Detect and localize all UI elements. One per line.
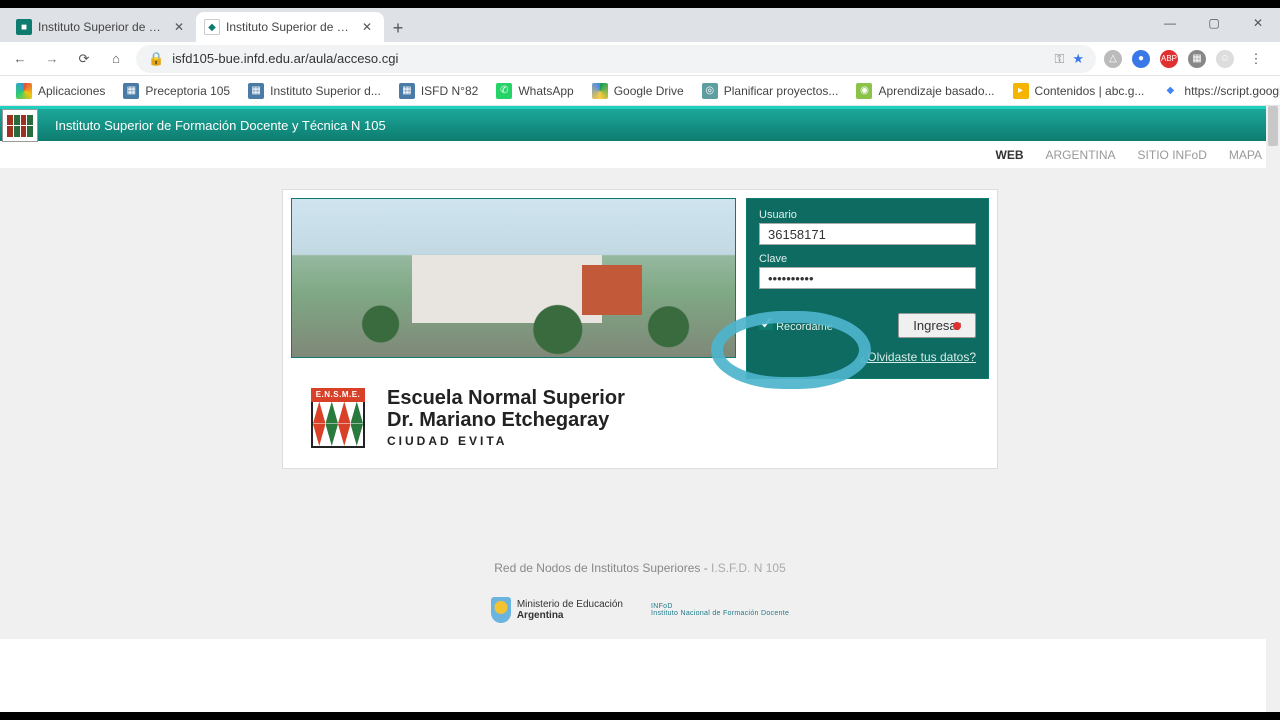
close-window-button[interactable]: ✕ <box>1236 8 1280 38</box>
tab-favicon-icon: ■ <box>16 19 32 35</box>
favicon-icon: ▦ <box>399 83 415 99</box>
nav-web[interactable]: WEB <box>996 148 1024 162</box>
maximize-button[interactable]: ▢ <box>1192 8 1236 38</box>
bookmark-item[interactable]: ◎Planificar proyectos... <box>694 79 847 103</box>
school-photo <box>291 198 736 358</box>
cursor-icon <box>953 322 961 330</box>
page-content: Instituto Superior de Formación Docente … <box>0 106 1280 712</box>
bookmark-item[interactable]: ▦Preceptoria 105 <box>115 79 238 103</box>
drive-icon <box>592 83 608 99</box>
remember-checkbox[interactable] <box>759 316 773 330</box>
argentina-shield-icon <box>491 597 511 623</box>
browser-tab-bar: ■ Instituto Superior de Formación ✕ ◆ In… <box>0 8 1280 42</box>
close-icon[interactable]: ✕ <box>360 20 374 34</box>
tab-favicon-icon: ◆ <box>204 19 220 35</box>
chrome-menu-button[interactable]: ⋮ <box>1244 47 1268 71</box>
login-card: Usuario Clave Recordame Ingresar <box>282 189 998 469</box>
star-icon[interactable]: ★ <box>1072 51 1084 67</box>
tab-title: Instituto Superior de Formación <box>226 20 354 34</box>
vertical-scrollbar[interactable] <box>1266 106 1280 712</box>
footer-logos: Ministerio de Educación Argentina INFoD … <box>491 597 789 623</box>
ministry-logo: Ministerio de Educación Argentina <box>491 597 623 623</box>
sub-nav: WEB ARGENTINA SITIO INFoD MAPA <box>0 141 1280 169</box>
extension-icon[interactable]: ● <box>1132 50 1150 68</box>
whatsapp-icon: ✆ <box>496 83 512 99</box>
favicon-icon: ◎ <box>702 83 718 99</box>
apps-button[interactable]: Aplicaciones <box>8 79 113 103</box>
bookmark-item[interactable]: ◆https://script.googl... <box>1154 79 1280 103</box>
address-bar-row: ← → ⟳ ⌂ 🔒 isfd105-bue.infd.edu.ar/aula/a… <box>0 42 1280 76</box>
profile-avatar-icon[interactable]: ☺ <box>1216 50 1234 68</box>
url-text: isfd105-bue.infd.edu.ar/aula/acceso.cgi <box>172 51 1046 66</box>
bookmark-item[interactable]: ▦ISFD N°82 <box>391 79 486 103</box>
password-input[interactable] <box>759 267 976 289</box>
back-button[interactable]: ← <box>8 47 32 71</box>
bookmark-item[interactable]: ✆WhatsApp <box>488 79 581 103</box>
school-city: CIUDAD EVITA <box>387 434 625 448</box>
favicon-icon: ◉ <box>856 83 872 99</box>
extension-icon[interactable]: ▦ <box>1188 50 1206 68</box>
bookmarks-bar: Aplicaciones ▦Preceptoria 105 ▦Instituto… <box>0 76 1280 106</box>
user-label: Usuario <box>759 209 976 221</box>
submit-button[interactable]: Ingresar <box>898 313 976 338</box>
school-name-1: Escuela Normal Superior <box>387 387 625 409</box>
favicon-icon: ▦ <box>123 83 139 99</box>
adblock-icon[interactable]: ABP <box>1160 50 1178 68</box>
site-logo-icon <box>2 109 38 142</box>
bookmark-item[interactable]: Google Drive <box>584 79 692 103</box>
address-bar[interactable]: 🔒 isfd105-bue.infd.edu.ar/aula/acceso.cg… <box>136 45 1096 73</box>
site-header: Instituto Superior de Formación Docente … <box>0 106 1280 141</box>
favicon-icon: ▦ <box>248 83 264 99</box>
home-button[interactable]: ⌂ <box>104 47 128 71</box>
tab-title: Instituto Superior de Formación <box>38 20 166 34</box>
school-shield-icon: E.N.S.M.E. <box>311 388 365 448</box>
apps-icon <box>16 83 32 99</box>
pass-label: Clave <box>759 253 976 265</box>
new-tab-button[interactable]: + <box>384 14 412 42</box>
bookmark-item[interactable]: ▦Instituto Superior d... <box>240 79 389 103</box>
school-name-2: Dr. Mariano Etchegaray <box>387 409 625 431</box>
forward-button[interactable]: → <box>40 47 64 71</box>
reload-button[interactable]: ⟳ <box>72 47 96 71</box>
minimize-button[interactable]: — <box>1148 8 1192 38</box>
scrollbar-thumb[interactable] <box>1268 106 1278 146</box>
site-title: Instituto Superior de Formación Docente … <box>55 118 386 133</box>
remember-me[interactable]: Recordame <box>759 316 833 333</box>
footer-text: Red de Nodos de Institutos Superiores - … <box>494 561 786 575</box>
extension-icon[interactable]: △ <box>1104 50 1122 68</box>
favicon-icon: ▸ <box>1013 83 1029 99</box>
infod-logo: INFoD Instituto Nacional de Formación Do… <box>651 603 789 617</box>
login-panel: Usuario Clave Recordame Ingresar <box>746 198 989 379</box>
bookmark-item[interactable]: ◉Aprendizaje basado... <box>848 79 1002 103</box>
nav-sitio-infod[interactable]: SITIO INFoD <box>1138 148 1207 162</box>
school-banner: E.N.S.M.E. Escuela Normal Superior Dr. M… <box>291 379 989 460</box>
nav-argentina[interactable]: ARGENTINA <box>1046 148 1116 162</box>
bookmark-item[interactable]: ▸Contenidos | abc.g... <box>1005 79 1153 103</box>
nav-mapa[interactable]: MAPA <box>1229 148 1262 162</box>
key-icon[interactable]: ⚿ <box>1054 51 1064 67</box>
forgot-link[interactable]: ¿Olvidaste tus datos? <box>860 350 976 364</box>
browser-tab[interactable]: ■ Instituto Superior de Formación ✕ <box>8 12 196 42</box>
lock-icon: 🔒 <box>148 51 164 67</box>
browser-tab-active[interactable]: ◆ Instituto Superior de Formación ✕ <box>196 12 384 42</box>
favicon-icon: ◆ <box>1162 83 1178 99</box>
username-input[interactable] <box>759 223 976 245</box>
close-icon[interactable]: ✕ <box>172 20 186 34</box>
